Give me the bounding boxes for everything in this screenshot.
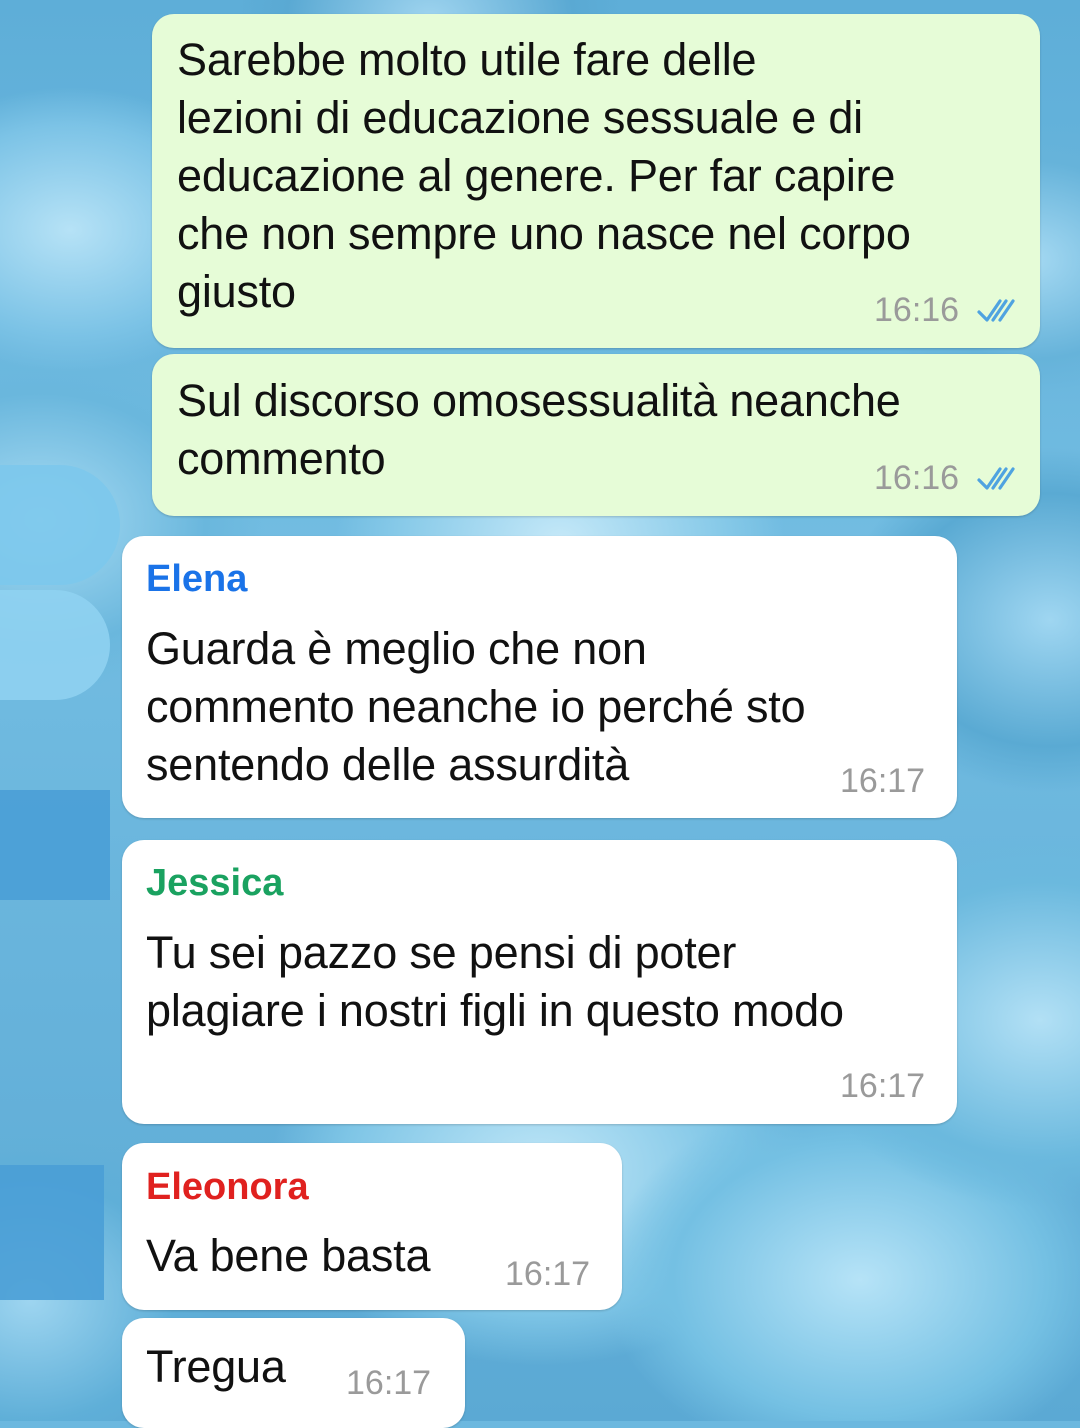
avatar-fragment — [0, 465, 120, 585]
sender-name[interactable]: Jessica — [146, 861, 283, 905]
avatar-fragment — [0, 790, 110, 900]
avatar-fragment — [0, 1165, 104, 1300]
double-check-read-icon — [977, 299, 1015, 322]
message-text: Sarebbe molto utile fare delle lezioni d… — [177, 34, 911, 317]
message-text: Guarda è meglio che non commento neanche… — [146, 623, 806, 790]
incoming-message-bubble[interactable]: Eleonora Va bene basta 16:17 — [122, 1143, 622, 1310]
message-timestamp: 16:17 — [840, 762, 926, 800]
sender-name[interactable]: Elena — [146, 557, 247, 601]
message-text: Tregua — [146, 1341, 286, 1392]
message-text: Sul discorso omosessualità neanche comme… — [177, 375, 901, 484]
outgoing-message-bubble[interactable]: Sarebbe molto utile fare delle lezioni d… — [152, 14, 1040, 348]
sender-name[interactable]: Eleonora — [146, 1165, 309, 1209]
message-timestamp: 16:17 — [346, 1364, 432, 1402]
incoming-message-bubble[interactable]: Jessica Tu sei pazzo se pensi di poter p… — [122, 840, 957, 1124]
incoming-message-bubble[interactable]: Elena Guarda è meglio che non commento n… — [122, 536, 957, 818]
double-check-read-icon — [977, 467, 1015, 490]
message-timestamp: 16:16 — [874, 291, 960, 329]
message-text: Tu sei pazzo se pensi di poter plagiare … — [146, 927, 844, 1036]
incoming-message-bubble[interactable]: Tregua 16:17 — [122, 1318, 465, 1428]
message-text: Va bene basta — [146, 1230, 431, 1281]
avatar-fragment — [0, 590, 110, 700]
message-timestamp: 16:16 — [874, 459, 960, 497]
outgoing-message-bubble[interactable]: Sul discorso omosessualità neanche comme… — [152, 354, 1040, 516]
message-timestamp: 16:17 — [505, 1255, 591, 1293]
message-timestamp: 16:17 — [840, 1067, 926, 1105]
